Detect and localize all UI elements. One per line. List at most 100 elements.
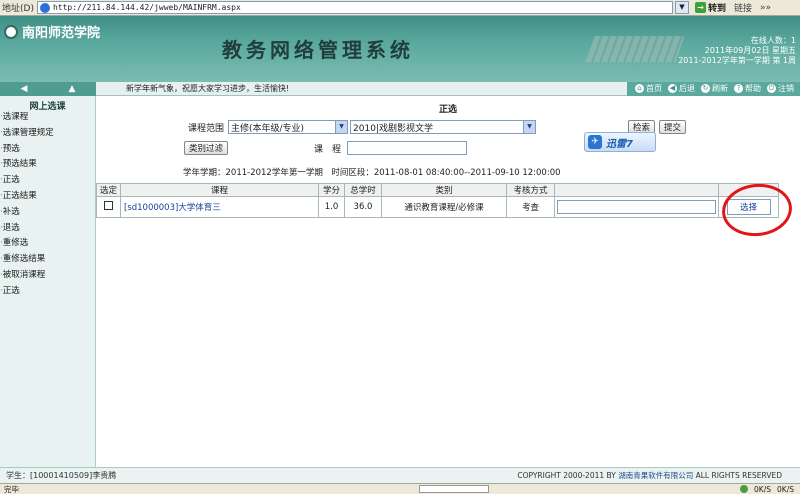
col-header-note <box>554 183 719 197</box>
browser-status-bar: 完毕 0K/S 0K/S <box>0 483 800 494</box>
row-checkbox-cell <box>96 196 121 218</box>
online-count: 1 <box>790 36 796 45</box>
nav-up-icon[interactable]: ▲ <box>69 84 76 94</box>
copyright: COPYRIGHT 2000-2011 BY 湖南青果软件有限公司 ALL RI… <box>517 470 800 481</box>
toolbar-link-label: 首页 <box>646 84 662 93</box>
course-note-input[interactable] <box>557 200 716 214</box>
current-term: 2011-2012学年第一学期 第 1周 <box>678 56 796 65</box>
toolbar-link-help[interactable]: ? 帮助 <box>734 83 761 94</box>
address-label: 地址(D) <box>2 4 34 14</box>
col-header-category: 类别 <box>381 183 507 197</box>
toolbar-link-back[interactable]: ◀ 后退 <box>668 83 695 94</box>
toolbar-link-refresh[interactable]: ↻ 刷新 <box>701 83 728 94</box>
sidebar-item-preselect-result[interactable]: 预选结果 <box>0 157 95 173</box>
course-note-cell <box>554 196 719 218</box>
xunlei-download-button[interactable]: ✈ 迅雷7 <box>584 132 656 152</box>
nav-left-icon[interactable]: ◀ <box>21 84 28 94</box>
toolbar-links: ⌂ 首页 ◀ 后退 ↻ 刷新 ? 帮助 ⏻ 注销 <box>627 81 800 96</box>
status-text: 完毕 <box>4 484 19 494</box>
logout-icon: ⏻ <box>767 84 776 93</box>
col-header-credit: 学分 <box>318 183 345 197</box>
course-hours: 36.0 <box>344 196 382 218</box>
course-exam: 考查 <box>506 196 555 218</box>
school-seal-icon <box>4 24 18 39</box>
refresh-icon: ↻ <box>701 84 710 93</box>
sidebar-item-formal-select-2[interactable]: 正选 <box>0 284 95 300</box>
status-tray: 0K/S 0K/S <box>740 485 800 494</box>
sidebar-item-formal-result[interactable]: 正选结果 <box>0 189 95 205</box>
toolbar-link-logout[interactable]: ⏻ 注销 <box>767 83 794 94</box>
sidebar-title: 网上选课 <box>29 102 66 112</box>
table-header-row: 选定 课程 学分 总学时 类别 考核方式 <box>96 183 779 197</box>
student-info: 学生：[10001410509]李贵腾 <box>6 471 117 480</box>
header-banner: 南阳师范学院 教务网络管理系统 在线人数：1 2011年09月02日 星期五 2… <box>0 16 800 82</box>
current-date: 2011年09月02日 星期五 <box>704 46 796 55</box>
help-icon: ? <box>734 84 743 93</box>
copyright-suffix: ALL RIGHTS RESERVED <box>695 471 782 480</box>
submit-button[interactable]: 提交 <box>659 120 687 134</box>
toolbar-link-home[interactable]: ⌂ 首页 <box>635 83 662 94</box>
category-filter-button[interactable]: 类别过滤 <box>184 141 229 155</box>
sidebar-item-retake[interactable]: 重修选 <box>0 236 95 252</box>
table-row: [sd1000003]大学体育三 1.0 36.0 通识教育课程/必修课 考查 … <box>96 196 779 218</box>
more-chevron-icon[interactable]: »» <box>760 3 771 13</box>
sidebar-item-cancelled[interactable]: 被取消课程 <box>0 268 95 284</box>
toolbar-link-label: 帮助 <box>745 84 761 93</box>
toolbar-link-label: 刷新 <box>712 84 728 93</box>
select-checkbox[interactable] <box>104 201 113 210</box>
col-header-exam: 考核方式 <box>506 183 555 197</box>
sidebar-item-retake-result[interactable]: 重修选结果 <box>0 252 95 268</box>
footer: 学生：[10001410509]李贵腾 COPYRIGHT 2000-2011 … <box>0 467 800 483</box>
go-arrow-icon: → <box>694 2 706 13</box>
xunlei-label: 迅雷7 <box>606 138 633 150</box>
term-info: 学年学期：2011-2012学年第一学期 时间区段：2011-08-01 08:… <box>183 168 561 178</box>
header-info: 在线人数：1 2011年09月02日 星期五 2011-2012学年第一学期 第… <box>678 36 796 66</box>
toolbar-link-label: 注销 <box>778 84 794 93</box>
course-credit: 1.0 <box>318 196 345 218</box>
address-input[interactable]: http://211.84.144.42/jwweb/MAINFRM.aspx <box>36 1 673 14</box>
sidebar-nav-arrows: ◀ ▲ <box>0 81 96 96</box>
online-label: 在线人数： <box>750 36 791 45</box>
col-header-hours: 总学时 <box>344 183 382 197</box>
browser-address-bar: 地址(D) http://211.84.144.42/jwweb/MAINFRM… <box>0 0 800 16</box>
address-dropdown-icon[interactable]: ▼ <box>674 1 689 14</box>
home-icon: ⌂ <box>635 84 644 93</box>
scope-select[interactable]: 主修(本年级/专业) ▼ <box>228 120 349 134</box>
system-title: 教务网络管理系统 <box>222 38 414 62</box>
school-logo: 南阳师范学院 <box>4 22 100 41</box>
ie-page-icon <box>39 2 50 13</box>
sidebar-item-course-select[interactable]: 选课程 <box>0 110 95 126</box>
sidebar-item-withdraw[interactable]: 退选 <box>0 221 95 237</box>
filter-row: 类别过滤 课 程 <box>184 141 468 155</box>
course-input[interactable] <box>347 141 468 155</box>
col-header-select: 选定 <box>96 183 121 197</box>
chevron-down-icon: ▼ <box>523 121 536 133</box>
scope-select-value: 主修(本年级/专业) <box>231 123 305 134</box>
col-header-course: 课程 <box>120 183 319 197</box>
back-icon: ◀ <box>668 84 677 93</box>
top-toolbar: ◀ ▲ 新学年新气象，祝愿大家学习进步，生活愉快! ⌂ 首页 ◀ 后退 ↻ 刷新 ? 帮… <box>0 81 800 96</box>
toolbar-link-label: 后退 <box>679 84 695 93</box>
upload-speed: 0K/S <box>754 484 772 494</box>
company-name: 湖南青果软件有限公司 <box>618 471 694 480</box>
sidebar-item-formal-select[interactable]: 正选 <box>0 173 95 189</box>
xunlei-icon: ✈ <box>588 135 602 149</box>
address-url: http://211.84.144.42/jwweb/MAINFRM.aspx <box>52 3 241 12</box>
keyboard-graphic <box>585 36 685 62</box>
sidebar-item-supplement[interactable]: 补选 <box>0 205 95 221</box>
go-button[interactable]: → 转到 <box>694 1 726 14</box>
scope-label: 课程范围 <box>188 123 225 134</box>
major-select[interactable]: 2010|戏剧影视文学 ▼ <box>350 120 537 134</box>
course-table: 选定 课程 学分 总学时 类别 考核方式 [sd1000003]大学体育三 1.… <box>96 183 779 218</box>
course-name-link[interactable]: [sd1000003]大学体育三 <box>120 196 319 218</box>
sidebar-item-rules[interactable]: 选课管理规定 <box>0 126 95 142</box>
download-speed: 0K/S <box>777 484 794 494</box>
page-title: 正选 <box>438 105 457 115</box>
main-content: 正选 课程范围 主修(本年级/专业) ▼ 2010|戏剧影视文学 ▼ 检索 提交… <box>96 96 800 467</box>
go-label: 转到 <box>707 4 726 14</box>
links-button[interactable]: 链接 <box>734 1 752 14</box>
copyright-prefix: COPYRIGHT 2000-2011 BY <box>517 471 616 480</box>
school-name: 南阳师范学院 <box>22 26 101 41</box>
sidebar-item-preselect[interactable]: 预选 <box>0 142 95 158</box>
course-category: 通识教育课程/必修课 <box>381 196 507 218</box>
